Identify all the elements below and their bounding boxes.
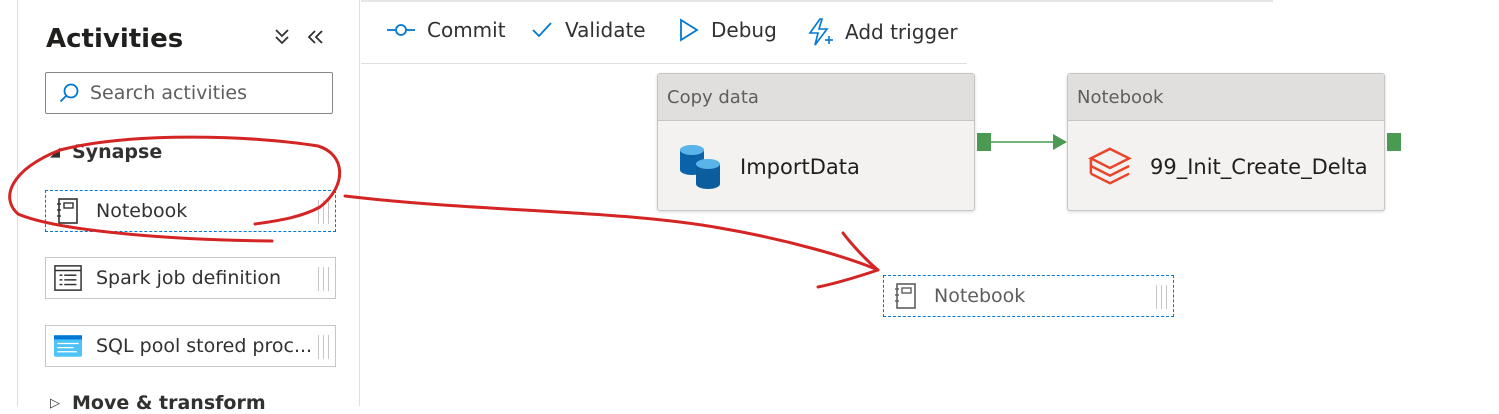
drag-handle[interactable] bbox=[318, 335, 329, 359]
node-name: 99_Init_Create_Delta bbox=[1150, 155, 1368, 179]
drag-handle bbox=[1156, 285, 1167, 309]
hide-panel-icon[interactable] bbox=[306, 26, 324, 50]
add-trigger-label: Add trigger bbox=[845, 20, 958, 44]
play-icon bbox=[680, 18, 699, 42]
notebook-icon bbox=[54, 197, 82, 225]
commit-icon bbox=[387, 24, 415, 36]
success-output-port[interactable] bbox=[1387, 133, 1401, 151]
notebook-icon bbox=[892, 282, 920, 310]
activity-item-notebook[interactable]: Notebook bbox=[45, 190, 336, 232]
drag-handle[interactable] bbox=[318, 267, 329, 291]
search-box[interactable] bbox=[45, 72, 333, 114]
sql-pool-icon bbox=[54, 332, 82, 360]
debug-button[interactable]: Debug bbox=[679, 18, 777, 42]
commit-label: Commit bbox=[427, 18, 506, 42]
node-type: Notebook bbox=[1068, 74, 1384, 121]
add-trigger-button[interactable]: Add trigger bbox=[807, 18, 958, 46]
group-label: Move & transform bbox=[72, 392, 266, 414]
debug-label: Debug bbox=[711, 18, 777, 42]
activities-panel: Activities ◢ Synapse Notebook bbox=[17, 0, 360, 414]
validate-label: Validate bbox=[565, 18, 646, 42]
node-name: ImportData bbox=[740, 155, 860, 179]
validate-button[interactable]: Validate bbox=[531, 18, 646, 42]
ghost-label: Notebook bbox=[934, 285, 1026, 307]
node-type: Copy data bbox=[658, 74, 974, 121]
spark-job-icon bbox=[54, 264, 82, 292]
pipeline-toolbar: Commit Validate Debug Add trigger bbox=[361, 0, 971, 66]
panel-title: Activities bbox=[46, 24, 184, 54]
checkmark-icon bbox=[532, 22, 552, 38]
expanded-triangle-icon: ◢ bbox=[50, 144, 60, 160]
collapse-all-icon[interactable] bbox=[274, 26, 290, 50]
group-synapse[interactable]: ◢ Synapse bbox=[50, 141, 162, 163]
activity-label: Notebook bbox=[96, 200, 188, 222]
activity-item-sql-pool[interactable]: SQL pool stored proc... bbox=[45, 325, 336, 367]
activity-label: SQL pool stored proc... bbox=[96, 335, 313, 357]
databricks-icon bbox=[1088, 142, 1132, 192]
commit-button[interactable]: Commit bbox=[387, 18, 506, 42]
collapsed-triangle-icon: ▷ bbox=[50, 395, 60, 411]
search-icon bbox=[59, 83, 79, 103]
search-input[interactable] bbox=[88, 81, 332, 105]
activity-item-spark-job[interactable]: Spark job definition bbox=[45, 257, 336, 299]
lightning-plus-icon bbox=[808, 18, 833, 46]
activity-node-copy-data[interactable]: Copy data ImportData bbox=[657, 73, 975, 211]
group-move-transform[interactable]: ▷ Move & transform bbox=[50, 392, 266, 414]
toolbar-divider bbox=[361, 63, 967, 64]
success-output-port[interactable] bbox=[977, 133, 991, 151]
success-connector-arrow bbox=[991, 134, 1067, 150]
drag-handle[interactable] bbox=[318, 200, 329, 224]
group-label: Synapse bbox=[72, 141, 163, 163]
activity-label: Spark job definition bbox=[96, 267, 282, 289]
dragged-notebook-activity[interactable]: Notebook bbox=[883, 275, 1174, 317]
copy-data-icon bbox=[678, 142, 722, 192]
activity-node-notebook[interactable]: Notebook 99_Init_Create_Delta bbox=[1067, 73, 1385, 211]
